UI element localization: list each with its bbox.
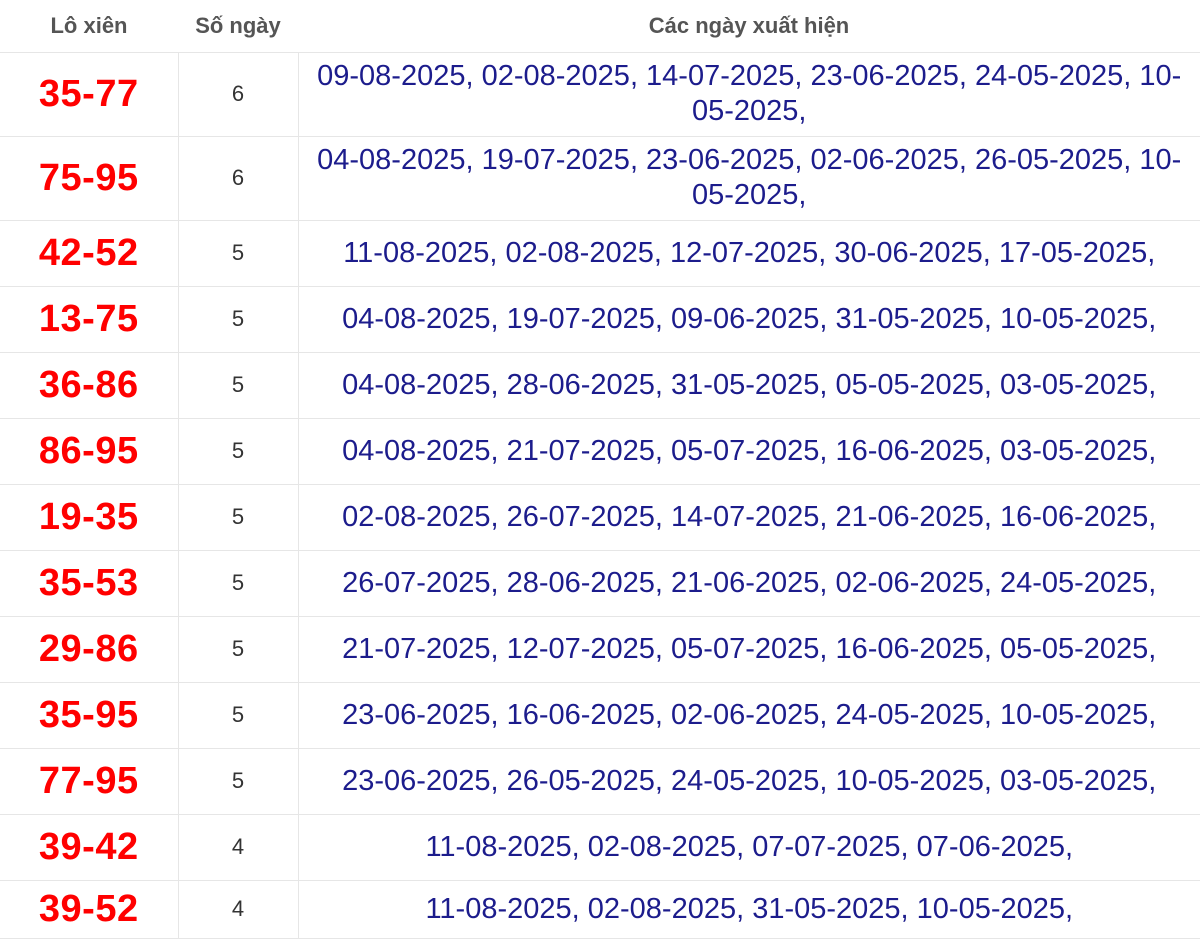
table-row: 13-75 5 04-08-2025, 19-07-2025, 09-06-20…	[0, 285, 1200, 353]
days-cell: 5	[177, 285, 298, 353]
dates-cell: 09-08-2025, 02-08-2025, 14-07-2025, 23-0…	[297, 51, 1200, 137]
pair-cell: 29-86	[0, 615, 178, 683]
pair-cell: 35-95	[0, 681, 178, 749]
dates-cell: 04-08-2025, 19-07-2025, 23-06-2025, 02-0…	[297, 135, 1200, 221]
table-row: 75-95 6 04-08-2025, 19-07-2025, 23-06-20…	[0, 135, 1200, 221]
table-row: 29-86 5 21-07-2025, 12-07-2025, 05-07-20…	[0, 615, 1200, 683]
days-cell: 6	[177, 51, 298, 137]
table-row: 35-77 6 09-08-2025, 02-08-2025, 14-07-20…	[0, 51, 1200, 137]
table-row: 35-53 5 26-07-2025, 28-06-2025, 21-06-20…	[0, 549, 1200, 617]
pair-cell: 42-52	[0, 219, 178, 287]
pair-cell: 35-77	[0, 51, 178, 137]
pair-cell: 86-95	[0, 417, 178, 485]
table-row: 42-52 5 11-08-2025, 02-08-2025, 12-07-20…	[0, 219, 1200, 287]
pair-cell: 77-95	[0, 747, 178, 815]
table-header-row: Lô xiên Số ngày Các ngày xuất hiện	[0, 0, 1200, 53]
pair-cell: 39-42	[0, 813, 178, 881]
days-cell: 5	[177, 483, 298, 551]
pair-cell: 19-35	[0, 483, 178, 551]
header-dates: Các ngày xuất hiện	[298, 0, 1200, 53]
dates-cell: 11-08-2025, 02-08-2025, 31-05-2025, 10-0…	[297, 879, 1200, 939]
table-row: 86-95 5 04-08-2025, 21-07-2025, 05-07-20…	[0, 417, 1200, 485]
dates-cell: 04-08-2025, 21-07-2025, 05-07-2025, 16-0…	[297, 417, 1200, 485]
days-cell: 4	[177, 813, 298, 881]
table-row: 35-95 5 23-06-2025, 16-06-2025, 02-06-20…	[0, 681, 1200, 749]
header-days: Số ngày	[178, 0, 298, 53]
days-cell: 5	[177, 681, 298, 749]
days-cell: 5	[177, 219, 298, 287]
table-row: 19-35 5 02-08-2025, 26-07-2025, 14-07-20…	[0, 483, 1200, 551]
pair-cell: 13-75	[0, 285, 178, 353]
dates-cell: 21-07-2025, 12-07-2025, 05-07-2025, 16-0…	[297, 615, 1200, 683]
dates-cell: 23-06-2025, 26-05-2025, 24-05-2025, 10-0…	[297, 747, 1200, 815]
header-pair: Lô xiên	[0, 0, 178, 53]
pair-cell: 75-95	[0, 135, 178, 221]
days-cell: 5	[177, 417, 298, 485]
table-row: 39-52 4 11-08-2025, 02-08-2025, 31-05-20…	[0, 879, 1200, 939]
dates-cell: 02-08-2025, 26-07-2025, 14-07-2025, 21-0…	[297, 483, 1200, 551]
dates-cell: 04-08-2025, 19-07-2025, 09-06-2025, 31-0…	[297, 285, 1200, 353]
pair-cell: 35-53	[0, 549, 178, 617]
dates-cell: 26-07-2025, 28-06-2025, 21-06-2025, 02-0…	[297, 549, 1200, 617]
dates-cell: 11-08-2025, 02-08-2025, 12-07-2025, 30-0…	[297, 219, 1200, 287]
lo-xien-table: Lô xiên Số ngày Các ngày xuất hiện 35-77…	[0, 0, 1200, 939]
pair-cell: 39-52	[0, 879, 178, 939]
days-cell: 5	[177, 549, 298, 617]
days-cell: 5	[177, 351, 298, 419]
table-row: 39-42 4 11-08-2025, 02-08-2025, 07-07-20…	[0, 813, 1200, 881]
dates-cell: 04-08-2025, 28-06-2025, 31-05-2025, 05-0…	[297, 351, 1200, 419]
pair-cell: 36-86	[0, 351, 178, 419]
table-row: 36-86 5 04-08-2025, 28-06-2025, 31-05-20…	[0, 351, 1200, 419]
days-cell: 5	[177, 615, 298, 683]
table-row: 77-95 5 23-06-2025, 26-05-2025, 24-05-20…	[0, 747, 1200, 815]
days-cell: 6	[177, 135, 298, 221]
dates-cell: 23-06-2025, 16-06-2025, 02-06-2025, 24-0…	[297, 681, 1200, 749]
days-cell: 5	[177, 747, 298, 815]
days-cell: 4	[177, 879, 298, 939]
dates-cell: 11-08-2025, 02-08-2025, 07-07-2025, 07-0…	[297, 813, 1200, 881]
